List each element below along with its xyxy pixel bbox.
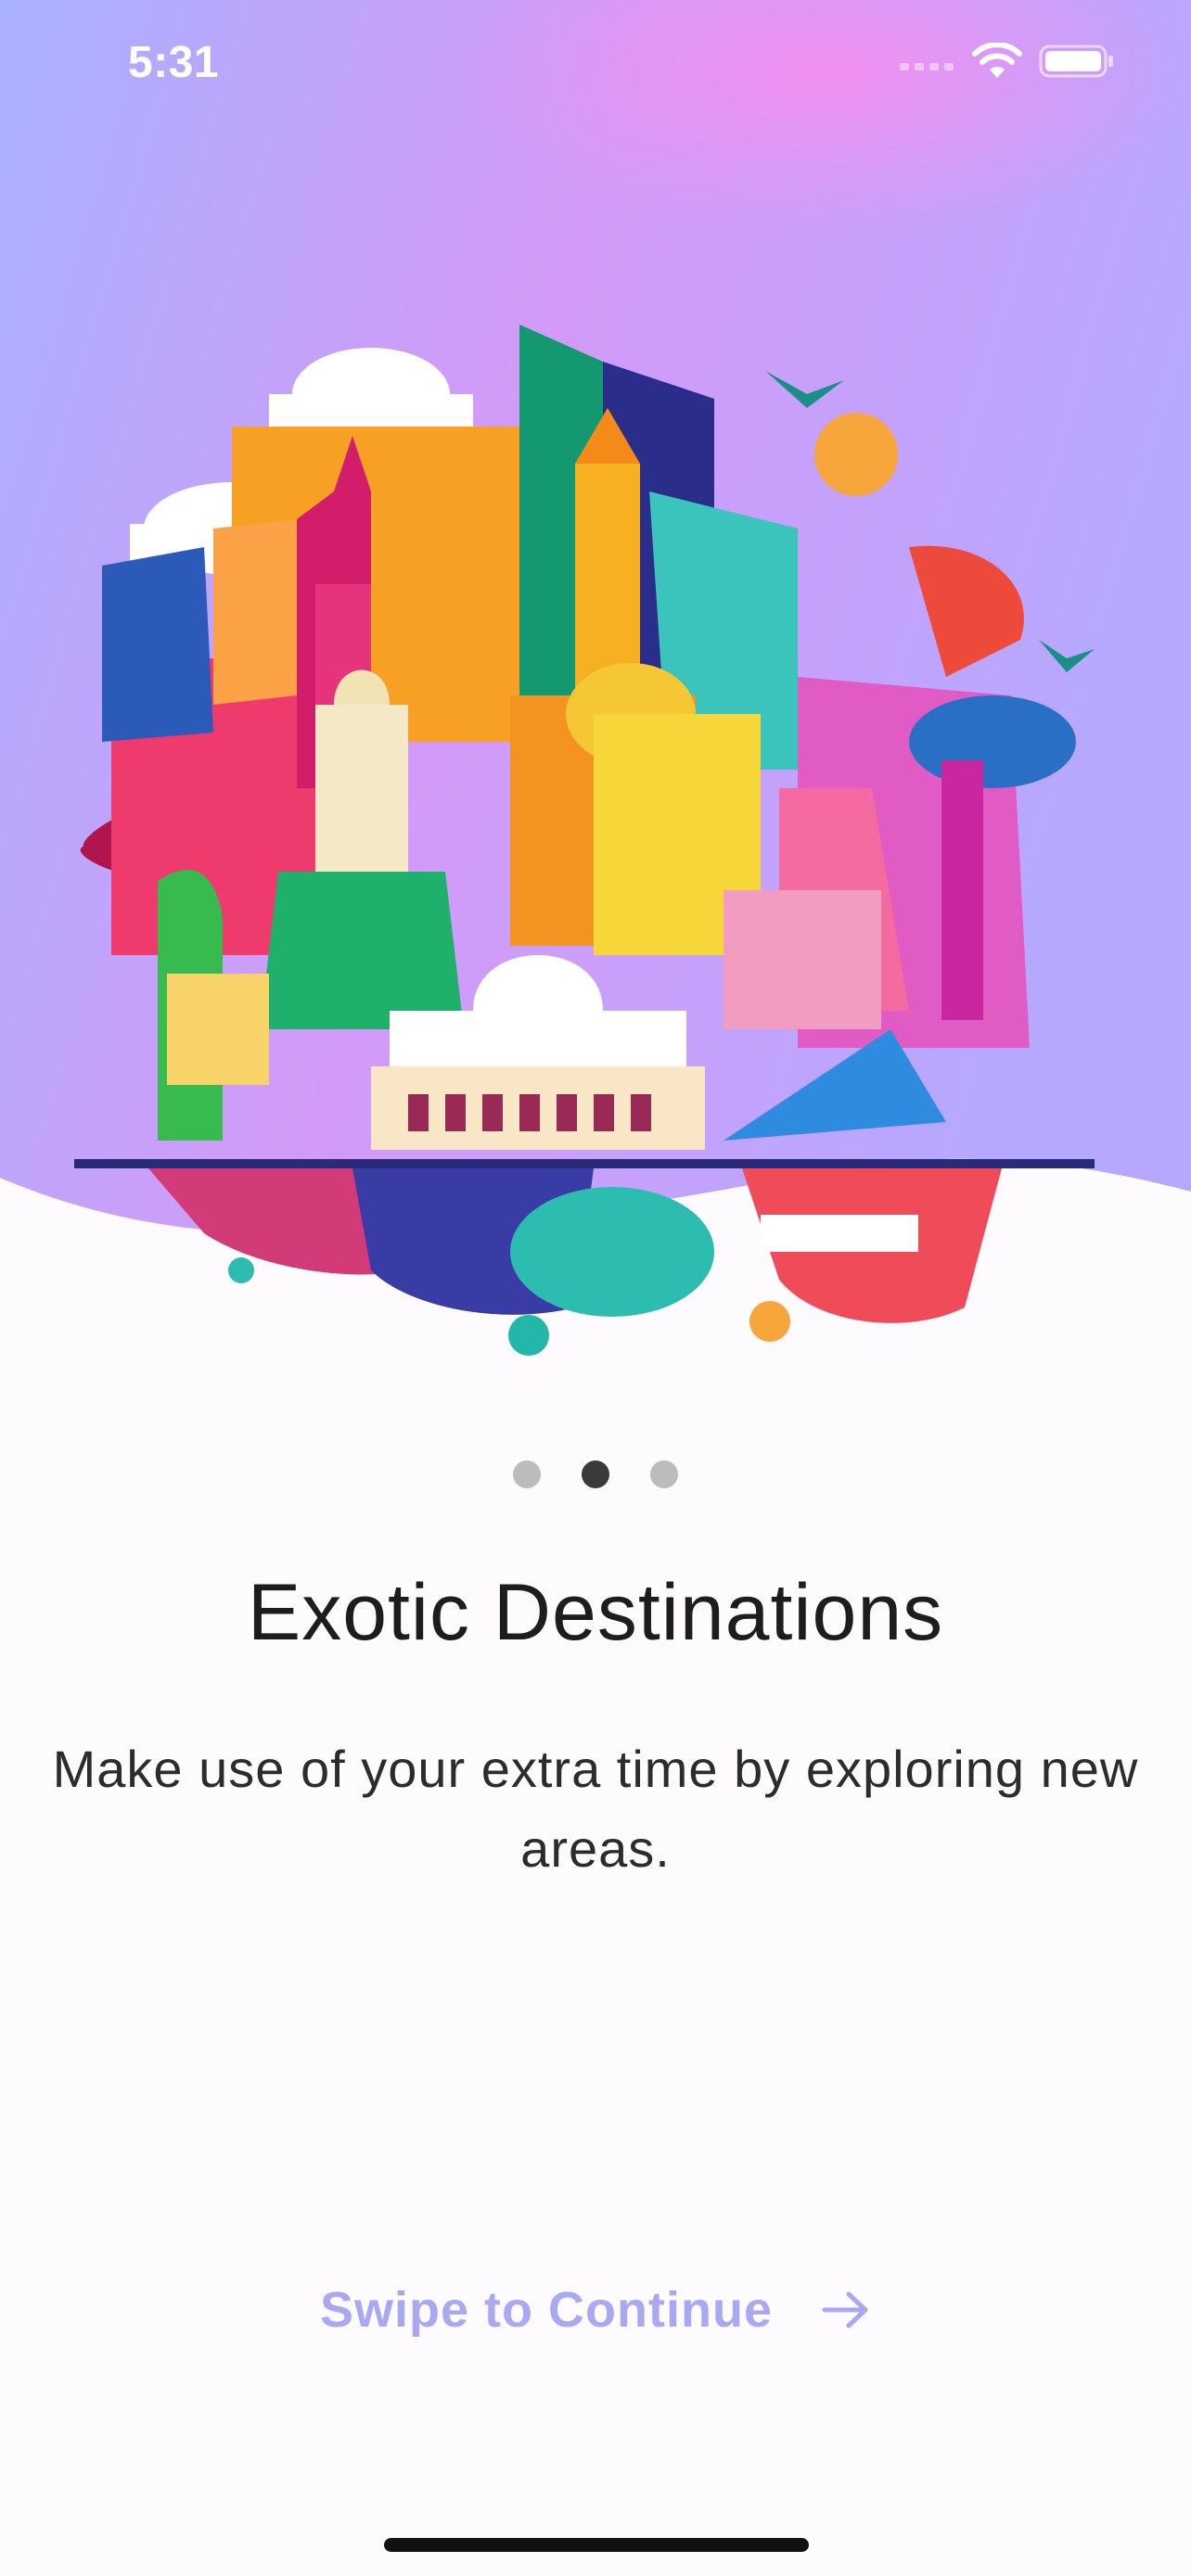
- page-indicator[interactable]: [0, 1460, 1191, 1488]
- onboarding-subtitle: Make use of your extra time by exploring…: [52, 1740, 1139, 1878]
- onboarding-screen[interactable]: 5:31 Exotic Destinations Make use of you…: [0, 0, 1191, 2576]
- swipe-to-continue-button[interactable]: Swipe to Continue: [0, 2281, 1191, 2339]
- onboarding-title: Exotic Destinations: [247, 1568, 944, 1657]
- page-dot-2-active[interactable]: [582, 1460, 609, 1488]
- swipe-to-continue-label: Swipe to Continue: [320, 2282, 773, 2338]
- cellular-signal-icon: [900, 63, 954, 70]
- status-time: 5:31: [128, 38, 220, 87]
- status-bar: 5:31: [0, 0, 1191, 139]
- home-indicator[interactable]: [384, 2538, 809, 2552]
- battery-icon: [1039, 45, 1113, 78]
- page-dot-1[interactable]: [513, 1460, 541, 1488]
- status-icons: [900, 43, 1115, 80]
- arrow-right-icon: [822, 2291, 868, 2328]
- city-landmarks-illustration: [74, 325, 1095, 1356]
- wifi-icon: [972, 43, 1022, 78]
- page-dot-3[interactable]: [650, 1460, 678, 1488]
